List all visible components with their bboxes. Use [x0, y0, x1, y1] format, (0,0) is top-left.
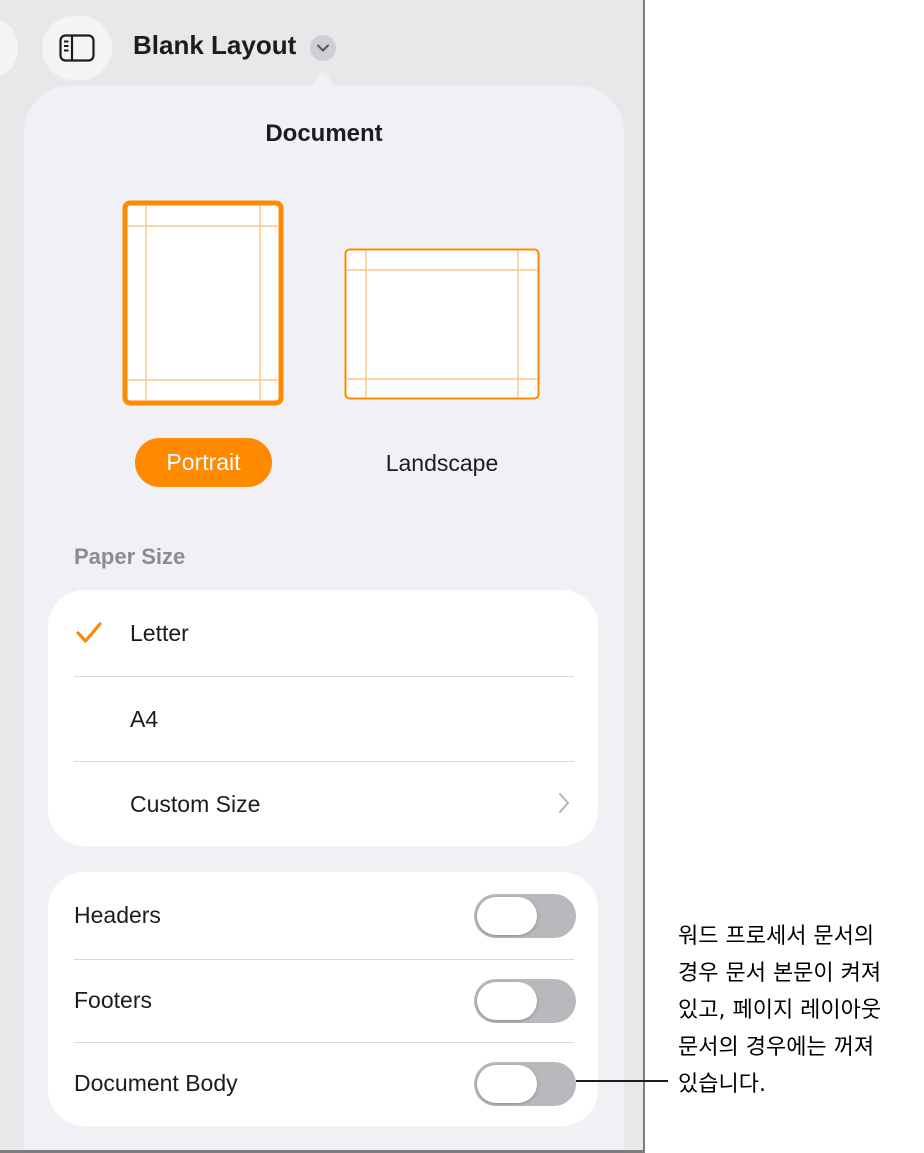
callout-leader-line: [576, 1080, 668, 1082]
checkmark-icon: [76, 622, 102, 643]
paper-size-label: Custom Size: [130, 791, 261, 817]
landscape-option[interactable]: Landscape: [344, 450, 540, 477]
ipad-screen: Blank Layout Document Portrait Landscape: [0, 0, 643, 1153]
document-body-toggle[interactable]: [474, 1062, 576, 1106]
document-body-row: Document Body: [48, 1043, 598, 1126]
popover-title: Document: [265, 120, 383, 147]
page-options-list: Headers Footers Document Body: [48, 872, 598, 1126]
callout-line: 워드 프로세서 문서의: [678, 924, 875, 949]
paper-size-a4[interactable]: A4: [48, 677, 598, 761]
paper-size-letter[interactable]: Letter: [48, 590, 598, 676]
toggle-knob: [477, 982, 537, 1020]
footers-toggle[interactable]: [474, 979, 576, 1023]
toggle-knob: [477, 1065, 537, 1103]
chevron-right-icon: [559, 793, 569, 813]
callout-line: 있습니다.: [678, 1072, 766, 1097]
footers-row: Footers: [48, 960, 598, 1042]
chevron-down-icon: [317, 44, 329, 52]
toggle-knob: [477, 897, 537, 935]
paper-size-label: Letter: [130, 620, 189, 646]
callout-line: 문서의 경우에는 꺼져: [678, 1035, 875, 1060]
sidebar-toggle-button[interactable]: [42, 16, 112, 80]
portrait-thumbnail[interactable]: [122, 200, 284, 406]
paper-size-custom[interactable]: Custom Size: [48, 762, 598, 846]
headers-toggle[interactable]: [474, 894, 576, 938]
document-body-label: Document Body: [74, 1070, 238, 1096]
callout-annotation: 워드 프로세서 문서의 경우 문서 본문이 켜져 있고, 페이지 레이아웃 문서…: [678, 918, 924, 1103]
portrait-option[interactable]: Portrait: [135, 438, 272, 487]
callout-line: 있고, 페이지 레이아웃: [678, 998, 882, 1023]
landscape-thumbnail[interactable]: [344, 248, 540, 400]
paper-size-header: Paper Size: [74, 544, 186, 569]
callout-line: 경우 문서 본문이 켜져: [678, 961, 882, 986]
back-button[interactable]: [0, 16, 18, 80]
footers-label: Footers: [74, 987, 152, 1013]
document-popover: Document Portrait Landscape Paper Size L…: [24, 86, 624, 1153]
paper-size-list: Letter A4 Custom Size: [48, 590, 598, 846]
sidebar-icon: [59, 34, 95, 62]
headers-row: Headers: [48, 872, 598, 959]
document-title[interactable]: Blank Layout: [133, 30, 296, 61]
headers-label: Headers: [74, 902, 161, 928]
title-menu-button[interactable]: [310, 35, 336, 61]
paper-size-label: A4: [130, 706, 159, 732]
device-edge: [643, 0, 645, 1153]
